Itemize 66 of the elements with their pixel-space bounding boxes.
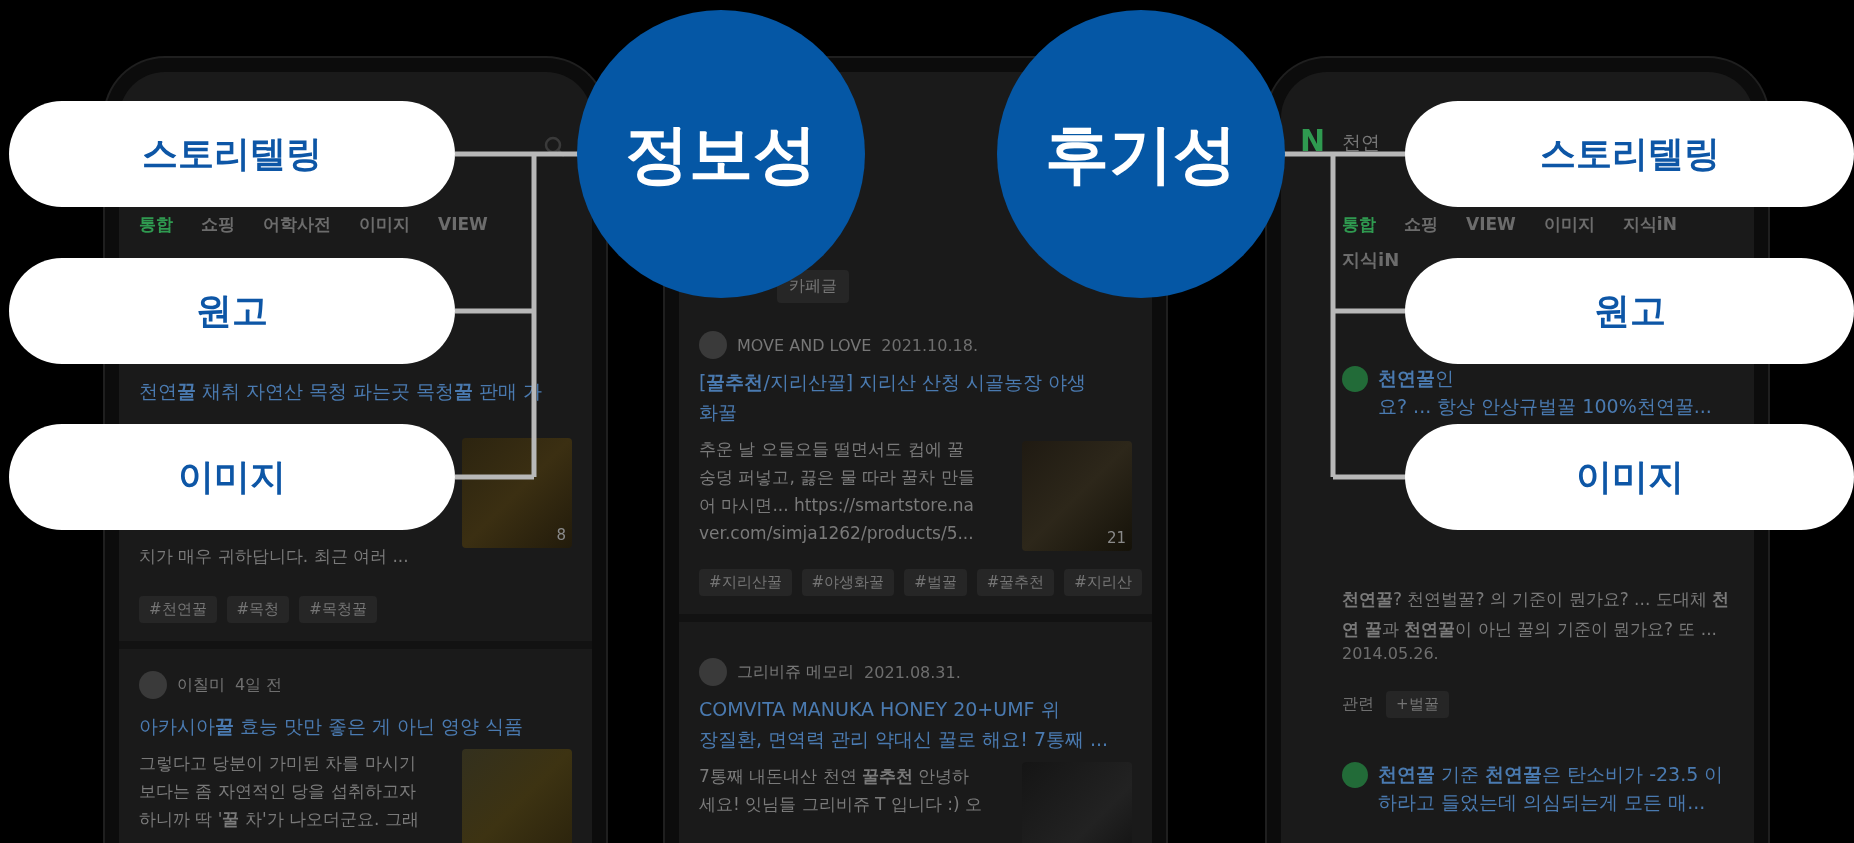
question-title[interactable]: 요? ... 항상 안상규벌꿀 100%천연꿀... (1378, 392, 1734, 420)
section-title: 지식iN (1342, 248, 1401, 272)
post-title[interactable]: 아카시아꿀 효능 맛만 좋은 게 아닌 영양 식품 (139, 711, 572, 741)
search-tab[interactable]: VIEW (1466, 214, 1516, 234)
thumbnail[interactable]: 8 (462, 438, 572, 548)
search-tab[interactable]: 쇼핑 (201, 212, 235, 236)
post-snippet: 치가 매우 귀하답니다. 최근 여러 ... (139, 545, 410, 568)
post-time: 4일 전 (235, 674, 283, 696)
post-title[interactable]: 화꿀 (699, 397, 1132, 427)
search-tab[interactable]: 통합 (1342, 212, 1376, 236)
post-title[interactable]: 장질환, 면역력 관리 약대신 꿀로 해요! 7통째 ... (699, 724, 1132, 754)
search-query[interactable]: 천연 (1342, 130, 1380, 156)
search-tab[interactable]: 이미지 (359, 212, 410, 236)
thumbnail[interactable]: 21 (1022, 441, 1132, 551)
hashtag[interactable]: #목청 (226, 596, 290, 623)
hashtag[interactable]: #지리산 (1064, 569, 1142, 596)
author-name[interactable]: 그리비쥬 메모리 (737, 661, 855, 683)
avatar-icon (699, 658, 727, 686)
search-tab[interactable]: 지식iN (1622, 212, 1677, 236)
label-pill: 원고 (9, 258, 455, 364)
label-pill: 스토리텔링 (9, 101, 455, 207)
search-tab[interactable]: 어학사전 (263, 212, 331, 236)
post-snippet: 숭덩 퍼넣고, 끓은 물 따라 꿀차 만들 (699, 466, 976, 489)
question-title[interactable]: 천연꿀인 (1378, 364, 1454, 392)
label-pill: 이미지 (9, 424, 455, 530)
avatar-icon (139, 671, 167, 699)
label-pill: 스토리텔링 (1405, 101, 1854, 207)
search-tab[interactable]: 쇼핑 (1404, 212, 1438, 236)
category-circle: 후기성 (997, 10, 1285, 298)
post-date: 2021.10.18. (881, 335, 978, 355)
related-label: 관련 (1342, 694, 1374, 715)
search-tab[interactable]: 이미지 (1543, 212, 1595, 236)
related-tag[interactable]: +벌꿀 (1386, 691, 1449, 718)
author-name[interactable]: MOVE AND LOVE (737, 335, 872, 355)
question-title[interactable]: 천연꿀 기준 천연꿀은 탄소비가 -23.5 이하라고 들었는데 의심되는게 모든 매... (1378, 760, 1728, 816)
hashtag[interactable]: #벌꿀 (904, 569, 967, 596)
hashtag[interactable]: #목청꿀 (299, 596, 377, 623)
label-pill: 이미지 (1405, 424, 1854, 530)
post-snippet: 어 마시면... https://smartstore.na (699, 494, 976, 517)
post-snippet: 하니까 딱 '꿀 차'가 나오더군요. 그래 (139, 808, 420, 831)
post-snippet: 7통째 내돈내산 천연 꿀추천 안녕하 (699, 765, 971, 788)
question-icon (1342, 762, 1368, 788)
search-tab[interactable]: VIEW (438, 214, 488, 234)
post-title[interactable]: [꿀추천/지리산꿀] 지리산 산청 시골농장 야생 (699, 367, 1132, 397)
question-date: 2014.05.26. (1342, 644, 1440, 663)
post-date: 2021.08.31. (864, 662, 961, 682)
post-title[interactable]: COMVITA MANUKA HONEY 20+UMF 위 (699, 694, 1132, 724)
label-pill: 원고 (1405, 258, 1854, 364)
post-snippet: 세요! 잇님들 그리비쥬 T 입니다 :) 오 (699, 793, 983, 816)
post-snippet: ver.com/simja1262/products/5... (699, 522, 975, 545)
post-snippet: 그렇다고 당분이 가미된 차를 마시기 (139, 752, 417, 775)
hashtag[interactable]: #천연꿀 (139, 596, 217, 623)
author-name[interactable]: 이칠미 (177, 674, 225, 696)
logo[interactable]: N (1300, 126, 1330, 156)
thumbnail[interactable] (462, 749, 572, 843)
post-snippet: 추운 날 오들오들 떨면서도 컵에 꿀 (699, 438, 966, 461)
hashtag[interactable]: #꿀추천 (976, 569, 1055, 596)
question-snippet[interactable]: 천연꿀? 천연벌꿀? 의 기준이 뭔가요? ... 도대체 천연 꿀과 천연꿀이 아닌 꿀의 기준이 뭔가요? 또 ... (1342, 584, 1742, 644)
post-snippet: 보다는 좀 자연적인 당을 섭취하고자 (139, 780, 417, 803)
hashtag[interactable]: #야생화꿀 (801, 569, 895, 596)
image-count: 21 (1106, 529, 1126, 547)
hashtag[interactable]: #지리산꿀 (699, 569, 792, 596)
search-tab[interactable]: 통합 (139, 212, 173, 236)
question-icon (1342, 366, 1368, 392)
avatar-icon (699, 331, 727, 359)
image-count: 8 (556, 526, 566, 544)
